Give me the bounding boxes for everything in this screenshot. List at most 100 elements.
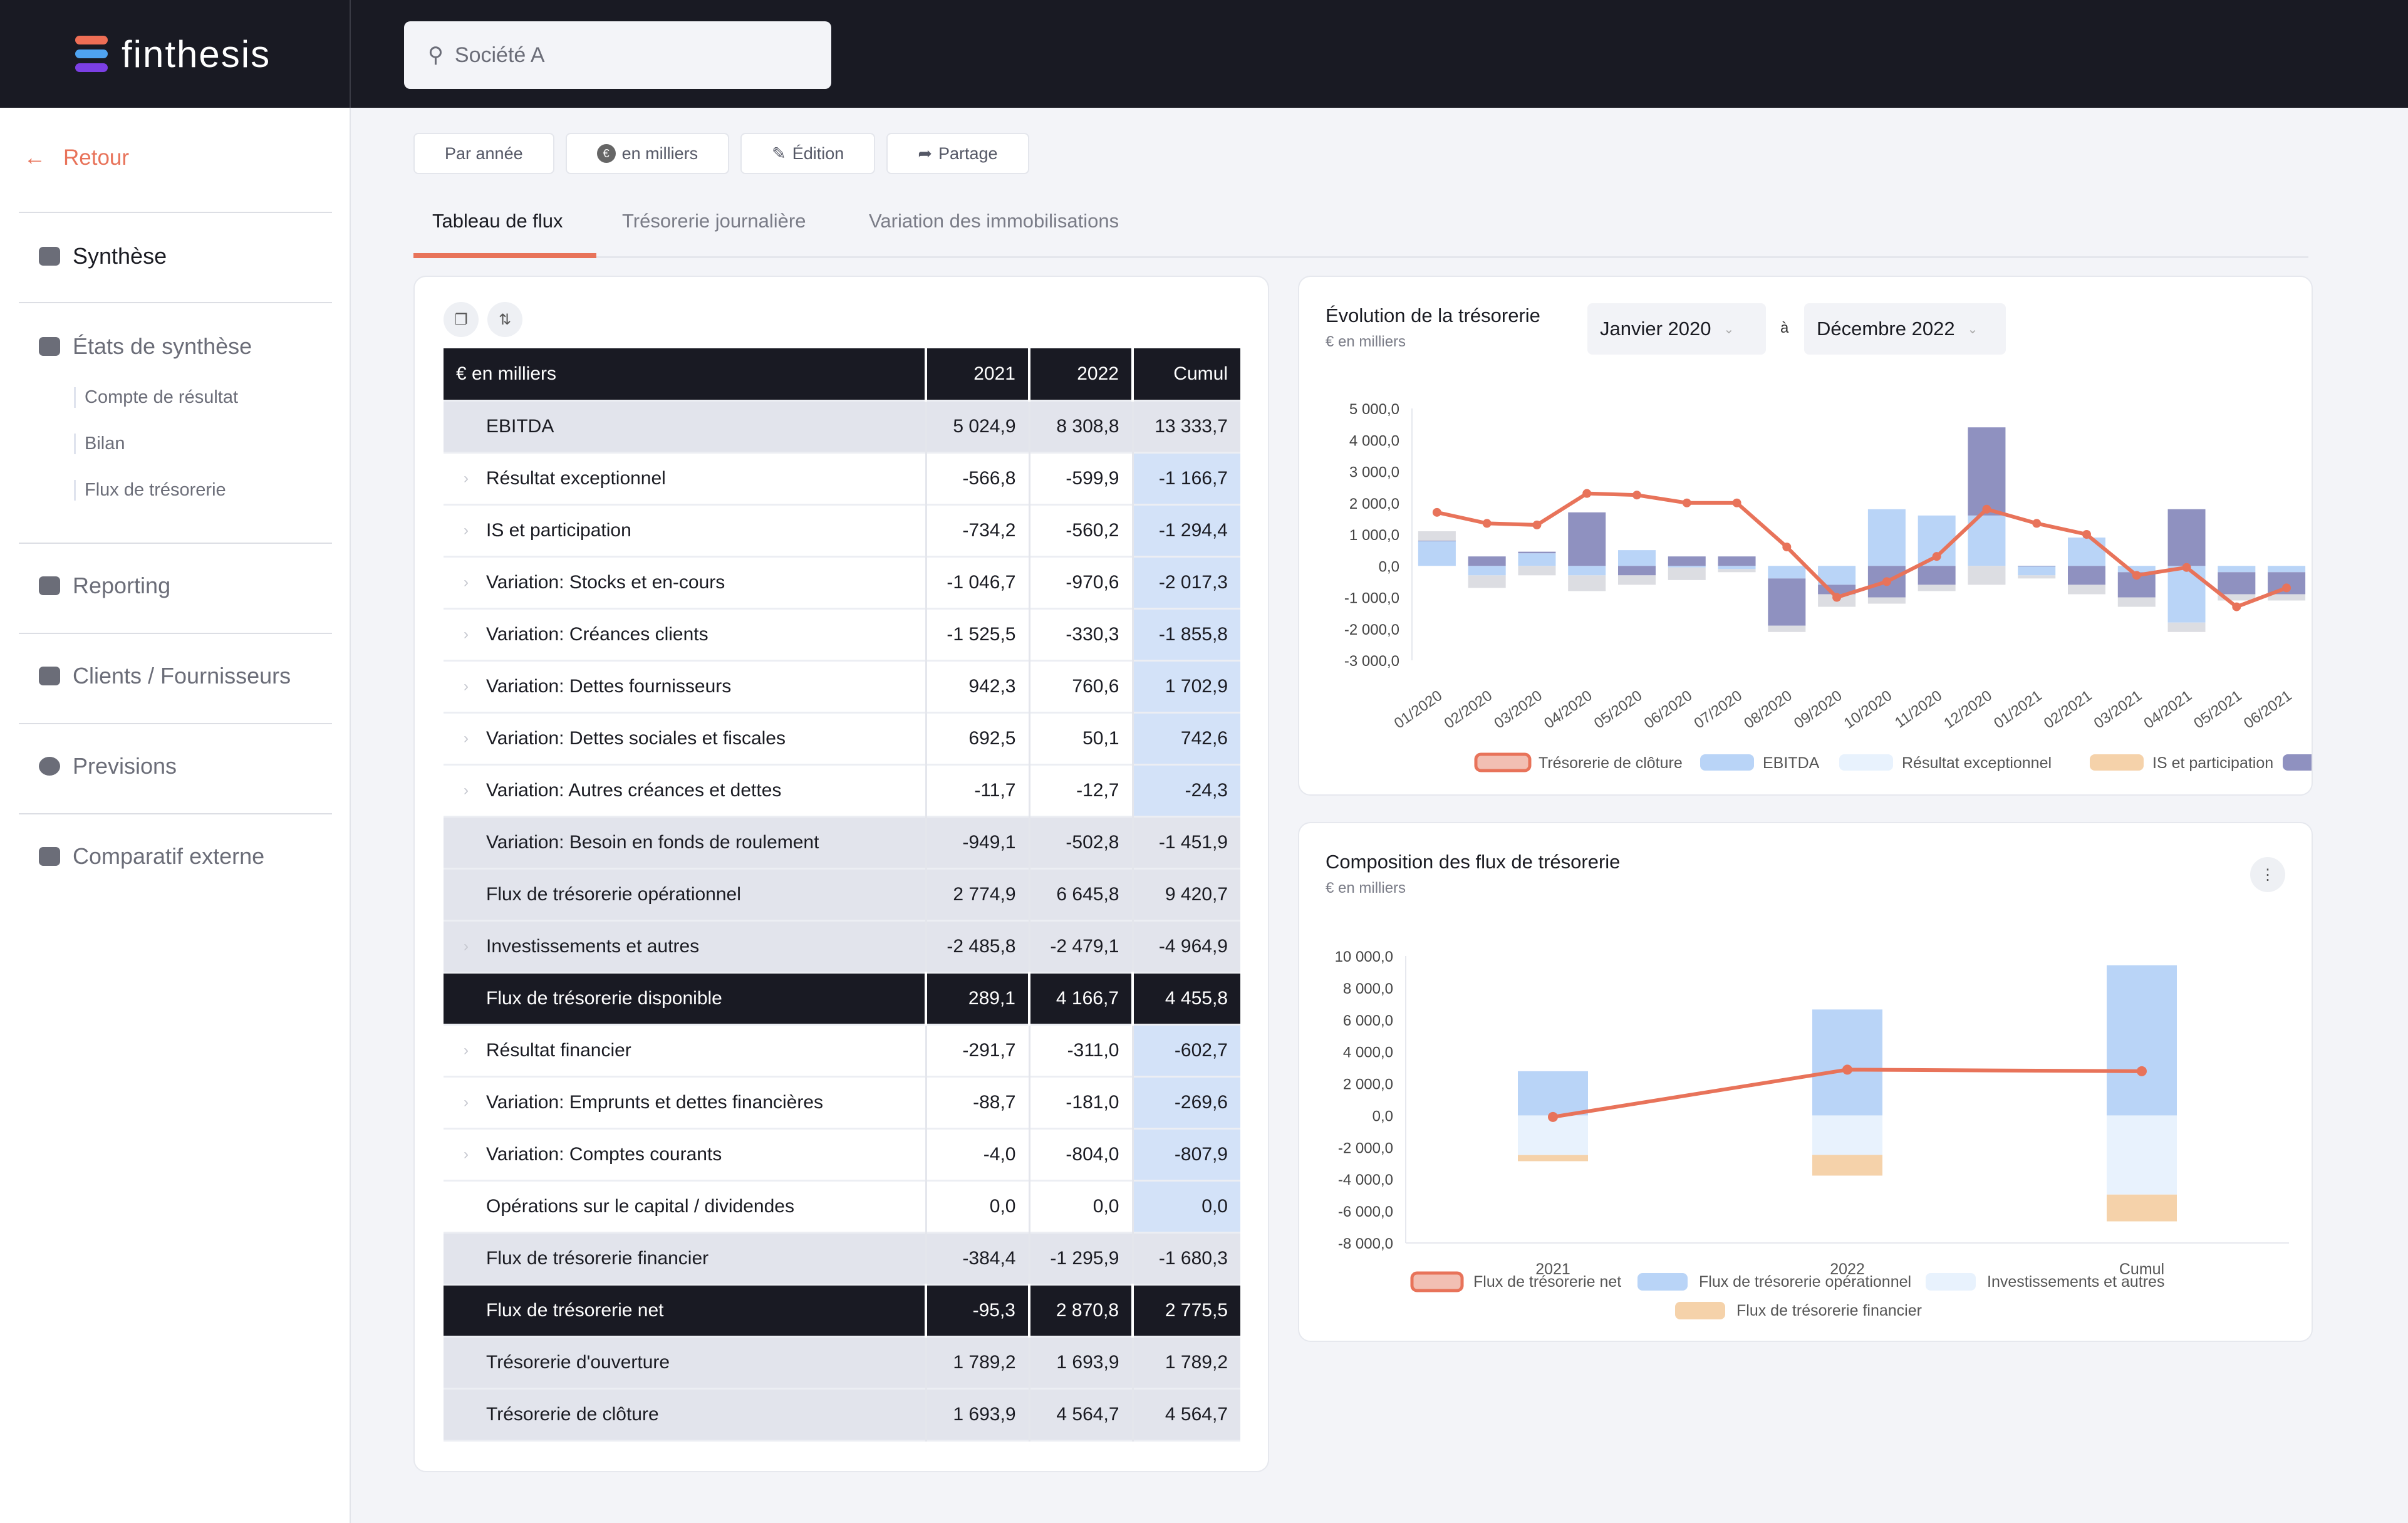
cell-cumul: 2 775,5 (1131, 1284, 1240, 1336)
edit-button[interactable]: ✎ Édition (740, 133, 876, 174)
legend-label: Investissements et autres (1987, 1273, 2164, 1291)
bar-segment (2107, 1115, 2177, 1195)
chevron-right-icon[interactable]: › (464, 678, 469, 695)
table-row[interactable]: › Variation: Dettes sociales et fiscales 6… (444, 712, 1240, 764)
sidebar-subitem-bilan[interactable]: Bilan (74, 434, 125, 454)
table-row: Flux de trésorerie financier -384,4 -1 295… (444, 1232, 1240, 1284)
row-label: Trésorerie de clôture (444, 1388, 926, 1440)
x-tick-label: 01/2020 (1391, 687, 1446, 732)
more-options-button[interactable]: ⋮ (2250, 857, 2285, 892)
company-search-input[interactable]: ⚲ Société A (404, 21, 831, 89)
chevron-right-icon[interactable]: › (464, 938, 469, 955)
unit-button[interactable]: € en milliers (565, 133, 730, 174)
chevron-right-icon[interactable]: › (464, 574, 469, 591)
chevron-right-icon[interactable]: › (464, 782, 469, 799)
sidebar-item-etats[interactable]: États de synthèse (39, 333, 252, 360)
header-cumul[interactable]: Cumul (1131, 348, 1240, 400)
cell-cumul: 1 702,9 (1131, 660, 1240, 712)
table-row: Flux de trésorerie net -95,3 2 870,8 2 775,… (444, 1284, 1240, 1336)
sidebar-subitem-flux[interactable]: Flux de trésorerie (74, 480, 226, 501)
period-button[interactable]: Par année (413, 133, 554, 174)
end-month-select[interactable]: Décembre 2022 ⌄ (1804, 303, 2006, 355)
row-label: Flux de trésorerie opérationnel (444, 868, 926, 920)
logo[interactable]: finthesis (0, 0, 351, 108)
cell-2021: -949,1 (925, 816, 1029, 868)
cell-2022: 50,1 (1028, 712, 1133, 764)
bar-segment (1718, 569, 1756, 573)
y-tick-label: 2 000,0 (1343, 1076, 1393, 1093)
table-row: Flux de trésorerie disponible 289,1 4 166,… (444, 972, 1240, 1024)
chevron-right-icon[interactable]: › (464, 1094, 469, 1111)
cell-2021: 5 024,9 (925, 400, 1029, 452)
logo-icon (75, 36, 108, 72)
row-label: Flux de trésorerie disponible (444, 972, 926, 1024)
bar-segment (1718, 566, 1756, 569)
sidebar-item-comparatif[interactable]: Comparatif externe (39, 843, 264, 870)
chevron-right-icon[interactable]: › (464, 626, 469, 643)
sidebar-subitem-compte-resultat[interactable]: Compte de résultat (74, 387, 238, 408)
chart-subtitle: € en milliers (1326, 880, 1406, 897)
chevron-right-icon[interactable]: › (464, 470, 469, 487)
table-row[interactable]: › Variation: Créances clients -1 525,5 -330… (444, 608, 1240, 660)
bar-segment (2018, 566, 2056, 576)
cell-2021: -384,4 (925, 1232, 1029, 1284)
row-label-text: Variation: Emprunts et dettes financière… (486, 1091, 824, 1113)
y-tick-label: 0,0 (1379, 558, 1399, 575)
share-button[interactable]: ➦ Partage (886, 133, 1029, 174)
y-tick-label: 6 000,0 (1343, 1012, 1393, 1029)
top-bar: finthesis ⚲ Société A (0, 0, 2408, 108)
brand-name: finthesis (122, 33, 271, 75)
bar-segment (1968, 566, 2006, 585)
cell-2021: -11,7 (925, 764, 1029, 816)
sidebar-item-synthese[interactable]: Synthèse (39, 243, 167, 269)
chevron-right-icon[interactable]: › (464, 522, 469, 539)
header-2022[interactable]: 2022 (1028, 348, 1133, 400)
cell-2022: -560,2 (1028, 504, 1133, 556)
cell-cumul: -602,7 (1131, 1024, 1240, 1076)
row-label: › Résultat exceptionnel (444, 452, 926, 504)
chevron-right-icon[interactable]: › (464, 1146, 469, 1163)
cell-cumul: -269,6 (1131, 1076, 1240, 1128)
table-row[interactable]: › Variation: Stocks et en-cours -1 046,7 -9… (444, 556, 1240, 608)
back-link[interactable]: ← Retour (24, 145, 129, 170)
x-tick-label: 09/2020 (1791, 687, 1845, 732)
table-row[interactable]: › Variation: Dettes fournisseurs 942,3 760,… (444, 660, 1240, 712)
row-label: Flux de trésorerie financier (444, 1232, 926, 1284)
bar-segment (2218, 572, 2256, 595)
tab-tableau-de-flux[interactable]: Tableau de flux (432, 210, 563, 232)
row-label-text: Résultat financier (486, 1039, 631, 1061)
table-row[interactable]: › IS et participation -734,2 -560,2 -1 294,4 (444, 504, 1240, 556)
table-row[interactable]: › Investissements et autres -2 485,8 -2 479… (444, 920, 1240, 972)
table-row[interactable]: › Résultat financier -291,7 -311,0 -602,7 (444, 1024, 1240, 1076)
cell-cumul: -1 451,9 (1131, 816, 1240, 868)
table-row[interactable]: › Variation: Comptes courants -4,0 -804,0 -8… (444, 1128, 1240, 1180)
sidebar-item-reporting[interactable]: Reporting (39, 573, 170, 599)
cell-cumul: 13 333,7 (1131, 400, 1240, 452)
bar-segment (1568, 512, 1606, 566)
cell-2022: -804,0 (1028, 1128, 1133, 1180)
sidebar-item-previsions[interactable]: Previsions (39, 753, 177, 779)
tab-tresorerie-journaliere[interactable]: Trésorerie journalière (622, 210, 806, 232)
table-row[interactable]: › Résultat exceptionnel -566,8 -599,9 -1 166… (444, 452, 1240, 504)
bar-segment (1812, 1115, 1882, 1155)
tab-variation-immobilisations[interactable]: Variation des immobilisations (869, 210, 1119, 232)
y-tick-label: 3 000,0 (1349, 464, 1399, 481)
chevron-right-icon[interactable]: › (464, 1042, 469, 1059)
bar-chart-icon (39, 337, 60, 356)
bar-segment (1768, 578, 1806, 626)
header-2021[interactable]: 2021 (925, 348, 1029, 400)
copy-button[interactable]: ❐ (444, 302, 479, 337)
cell-2021: 942,3 (925, 660, 1029, 712)
sort-button[interactable]: ⇅ (487, 302, 522, 337)
table-row[interactable]: › Variation: Autres créances et dettes -11… (444, 764, 1240, 816)
table-row[interactable]: › Variation: Emprunts et dettes financièr… (444, 1076, 1240, 1128)
chevron-right-icon[interactable]: › (464, 730, 469, 747)
x-tick-label: 04/2020 (1541, 687, 1596, 732)
sidebar-item-clients[interactable]: Clients / Fournisseurs (39, 663, 291, 689)
divider (19, 212, 332, 213)
cell-2021: -1 525,5 (925, 608, 1029, 660)
bar-segment (1618, 550, 1656, 566)
composition-chart: 10 000,0 8 000,0 6 000,0 4 000,0 2 000,0 0,0 -… (1335, 949, 2289, 1319)
bar-segment (1468, 575, 1506, 588)
start-month-select[interactable]: Janvier 2020 ⌄ (1587, 303, 1766, 355)
